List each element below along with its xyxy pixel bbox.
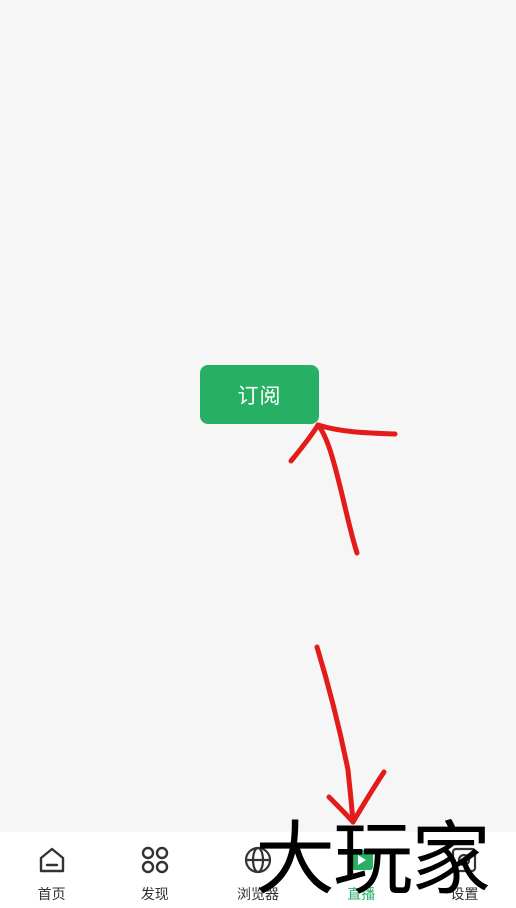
tab-discover[interactable]: 发现: [103, 832, 206, 908]
home-icon: [39, 847, 64, 873]
live-icon: [349, 850, 374, 870]
gear-icon: [452, 847, 477, 873]
globe-icon: [244, 846, 272, 874]
tab-settings[interactable]: 设置: [413, 832, 516, 908]
bottom-tab-bar: 首页 发现 浏览器 直播 设置: [0, 832, 516, 908]
tab-settings-label: 设置: [450, 887, 479, 903]
tab-live-label: 直播: [347, 887, 376, 903]
tab-browser-label: 浏览器: [237, 887, 279, 903]
main-content: 订阅: [0, 0, 516, 832]
grid-icon: [141, 846, 168, 874]
subscribe-button[interactable]: 订阅: [200, 365, 319, 424]
tab-home[interactable]: 首页: [0, 832, 103, 908]
tab-live[interactable]: 直播: [310, 832, 413, 908]
tab-discover-label: 发现: [140, 887, 169, 903]
tab-home-label: 首页: [37, 887, 66, 903]
tab-browser[interactable]: 浏览器: [206, 832, 309, 908]
